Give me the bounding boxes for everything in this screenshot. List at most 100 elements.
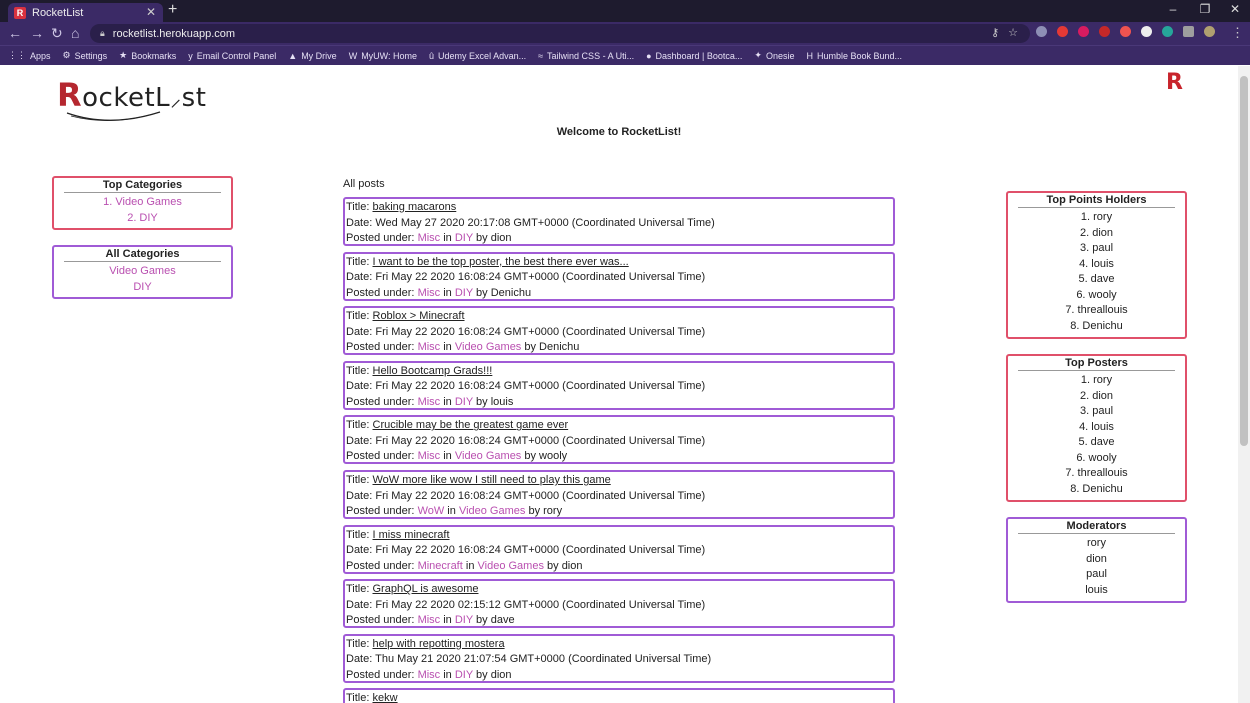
category-link[interactable]: 1. Video Games xyxy=(64,195,221,211)
post-date-line: Date: Fri May 22 2020 16:08:24 GMT+0000 … xyxy=(346,434,892,450)
minimize-icon[interactable]: – xyxy=(1160,2,1186,16)
rocketlist-logo[interactable]: RocketL⸝st xyxy=(57,74,206,124)
category-link[interactable]: DIY xyxy=(455,669,473,681)
browser-menu-icon[interactable]: ⋮ xyxy=(1231,25,1244,41)
subcategory-link[interactable]: Misc xyxy=(418,341,441,353)
category-link[interactable]: DIY xyxy=(455,614,473,626)
new-tab-icon[interactable]: + xyxy=(168,1,177,19)
bookmark-item[interactable]: ● Dashboard | Bootca... xyxy=(646,51,742,61)
category-link[interactable]: Video Games xyxy=(64,264,221,280)
category-link[interactable]: Video Games xyxy=(459,505,525,517)
bookmark-label: Dashboard | Bootca... xyxy=(655,50,743,61)
browser-tab[interactable]: R RocketList ✕ xyxy=(8,3,163,22)
post-date-line: Date: Fri May 22 2020 16:08:24 GMT+0000 … xyxy=(346,379,892,395)
leaderboard-entry: 2. dion xyxy=(1079,226,1114,239)
extension-icon[interactable] xyxy=(1099,26,1110,37)
address-bar[interactable]: 🔒︎ rocketlist.herokuapp.com ⚷ ☆ xyxy=(90,24,1030,43)
post-title-link[interactable]: kekw xyxy=(373,692,398,703)
moderator-entry: louis xyxy=(1085,583,1108,596)
subcategory-link[interactable]: Misc xyxy=(418,614,441,626)
restore-icon[interactable]: ❐ xyxy=(1192,2,1218,16)
bookmark-item[interactable]: W MyUW: Home xyxy=(349,51,417,61)
extension-icon[interactable] xyxy=(1141,26,1152,37)
bookmark-item[interactable]: ▲ My Drive xyxy=(288,51,336,61)
bookmark-item[interactable]: ⋮⋮ Apps xyxy=(8,50,51,61)
post-meta-line: Posted under: Misc in Video Games by woo… xyxy=(346,449,892,465)
post-date: Fri May 22 2020 16:08:24 GMT+0000 (Coord… xyxy=(375,434,706,447)
post-title-link[interactable]: WoW more like wow I still need to play t… xyxy=(373,474,611,486)
post-title-link[interactable]: I miss minecraft xyxy=(373,529,450,541)
forward-icon[interactable]: → xyxy=(30,25,44,41)
home-icon[interactable]: ⌂ xyxy=(71,25,79,41)
leaderboard-entry: 8. Denichu xyxy=(1070,319,1123,332)
category-link[interactable]: DIY xyxy=(64,280,221,296)
in-label: in xyxy=(444,505,459,517)
profile-avatar[interactable] xyxy=(1204,26,1215,37)
by-label: by xyxy=(525,505,544,517)
bookmarks-bar: ⋮⋮ Apps ⚙ Settings ★ Bookmarks y Email Control … xyxy=(0,45,1250,65)
post-card: Title: GraphQL is awesome Date: Fri May 2… xyxy=(343,579,895,629)
bookmark-label: Settings xyxy=(74,50,108,61)
back-icon[interactable]: ← xyxy=(8,25,22,41)
post-title-line: Title: baking macarons xyxy=(346,200,892,216)
extension-icon[interactable] xyxy=(1078,26,1089,37)
post-title-link[interactable]: Crucible may be the greatest game ever xyxy=(373,419,569,431)
post-title-link[interactable]: Roblox > Minecraft xyxy=(373,310,465,322)
post-date: Fri May 22 2020 16:08:24 GMT+0000 (Coord… xyxy=(375,489,706,502)
lock-icon: 🔒︎ xyxy=(100,28,105,38)
category-link[interactable]: DIY xyxy=(455,232,473,244)
category-link[interactable]: DIY xyxy=(455,287,473,299)
extension-icon[interactable] xyxy=(1162,26,1173,37)
extension-icon[interactable] xyxy=(1057,26,1068,37)
yahoo-icon: y xyxy=(188,50,193,61)
by-label: by xyxy=(521,450,540,463)
post-title-link[interactable]: GraphQL is awesome xyxy=(373,583,479,595)
category-link[interactable]: Video Games xyxy=(455,341,521,353)
subcategory-link[interactable]: WoW xyxy=(418,505,445,517)
leaderboard-entry: 7. threallouis xyxy=(1065,467,1128,479)
category-link[interactable]: Video Games xyxy=(455,450,521,462)
page-scrollbar[interactable] xyxy=(1238,66,1250,703)
post-card: Title: WoW more like wow I still need to… xyxy=(343,470,895,519)
bookmark-item[interactable]: ★ Bookmarks xyxy=(119,50,176,61)
bookmark-star-icon[interactable]: ☆ xyxy=(1008,26,1018,39)
corner-logo-icon[interactable]: R xyxy=(1166,70,1183,95)
page-content: RocketL⸝st R Welcome to RocketList! Top … xyxy=(0,66,1238,703)
extension-icon[interactable] xyxy=(1036,26,1047,37)
post-title-link[interactable]: Hello Bootcamp Grads!!! xyxy=(373,365,493,377)
bookmark-item[interactable]: H Humble Book Bund... xyxy=(806,51,902,61)
reload-icon[interactable]: ↻ xyxy=(51,25,63,42)
bookmark-item[interactable]: û Udemy Excel Advan... xyxy=(429,51,526,61)
subcategory-link[interactable]: Minecraft xyxy=(418,560,463,572)
subcategory-link[interactable]: Misc xyxy=(418,232,441,244)
subcategory-link[interactable]: Misc xyxy=(418,287,441,299)
category-link[interactable]: Video Games xyxy=(478,560,544,572)
leaderboard-entry: 7. threallouis xyxy=(1065,304,1128,316)
browser-tab-strip: R RocketList ✕ + – ❐ ✕ xyxy=(0,0,1250,22)
extension-icon[interactable] xyxy=(1120,26,1131,37)
subcategory-link[interactable]: Misc xyxy=(418,396,441,408)
post-date: Wed May 27 2020 20:17:08 GMT+0000 (Coord… xyxy=(375,216,715,229)
bookmark-item[interactable]: y Email Control Panel xyxy=(188,51,276,61)
tailwind-icon: ≈ xyxy=(538,50,544,61)
bookmark-label: Bookmarks xyxy=(131,50,177,61)
key-icon[interactable]: ⚷ xyxy=(991,26,999,39)
scrollbar-thumb[interactable] xyxy=(1240,76,1248,446)
close-tab-icon[interactable]: ✕ xyxy=(146,5,156,19)
onesie-icon: ✦ xyxy=(754,50,762,60)
bookmark-item[interactable]: ⚙ Settings xyxy=(63,50,108,61)
bookmark-item[interactable]: ✦ Onesie xyxy=(754,50,794,61)
subcategory-link[interactable]: Misc xyxy=(418,450,441,462)
category-link[interactable]: DIY xyxy=(455,396,473,408)
post-title-link[interactable]: baking macarons xyxy=(373,201,457,213)
post-title-link[interactable]: help with repotting mostera xyxy=(373,638,505,650)
post-title-link[interactable]: I want to be the top poster, the best th… xyxy=(373,256,629,268)
leaderboard-entry: 1. rory xyxy=(1080,374,1113,386)
bookmark-item[interactable]: ≈ Tailwind CSS - A Uti... xyxy=(538,51,634,61)
reading-list-icon[interactable] xyxy=(1183,26,1194,37)
category-link[interactable]: 2. DIY xyxy=(64,211,221,227)
close-window-icon[interactable]: ✕ xyxy=(1222,2,1248,16)
leaderboard-entry: 6. wooly xyxy=(1076,288,1117,301)
gear-icon: ⚙ xyxy=(62,50,71,60)
subcategory-link[interactable]: Misc xyxy=(418,669,441,681)
